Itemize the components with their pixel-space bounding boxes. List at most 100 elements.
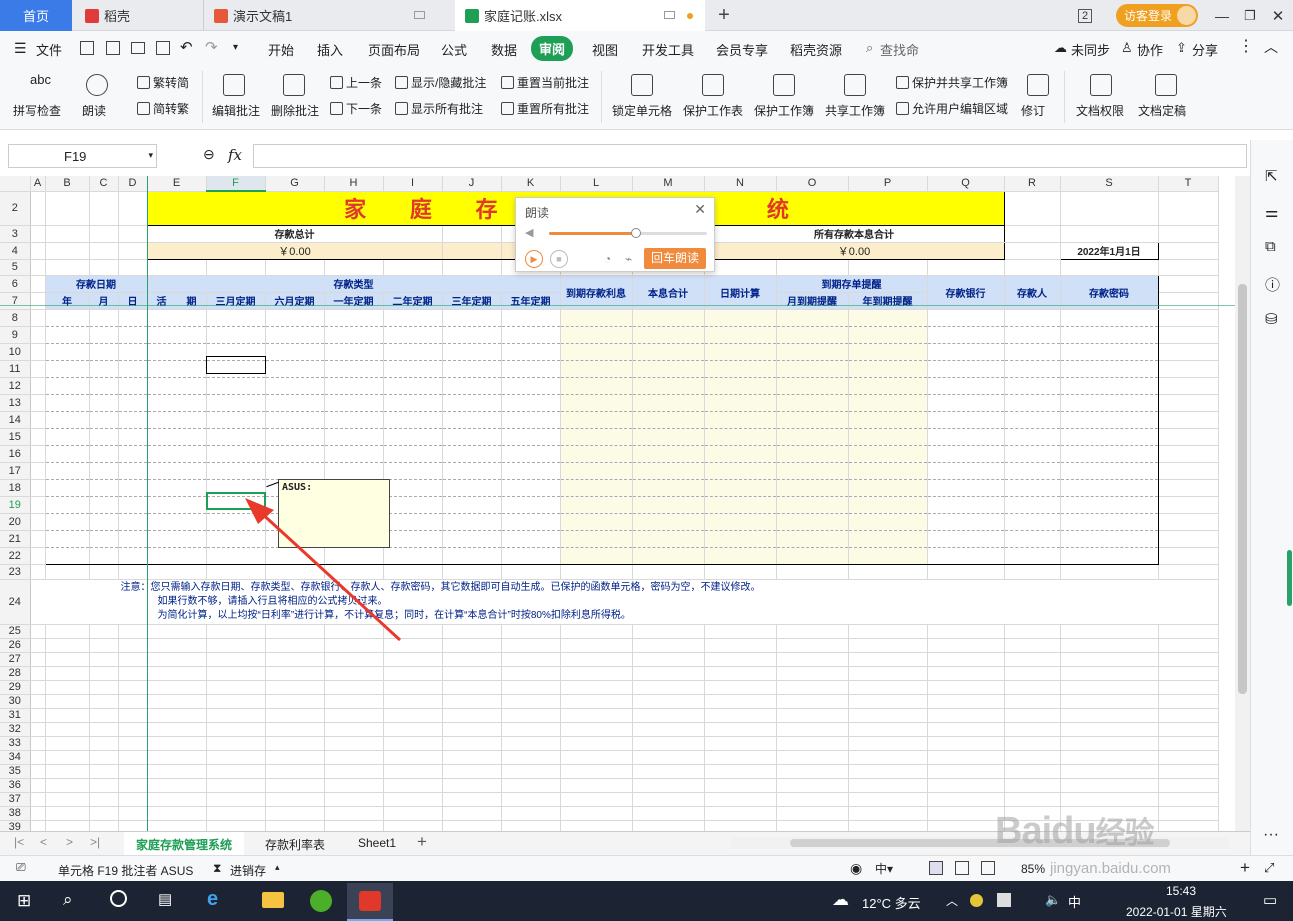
- cell[interactable]: [927, 564, 1005, 580]
- cell[interactable]: [1004, 326, 1061, 344]
- cell[interactable]: [265, 360, 325, 378]
- cell[interactable]: [1004, 445, 1061, 463]
- cell[interactable]: [30, 259, 46, 276]
- hdr-month[interactable]: 月: [89, 292, 119, 310]
- cell[interactable]: [776, 778, 849, 793]
- days-cell[interactable]: [704, 309, 777, 327]
- row-header[interactable]: 36: [0, 778, 31, 793]
- interest-cell[interactable]: [560, 343, 633, 361]
- eye-protect-icon[interactable]: ◉: [850, 860, 862, 877]
- cell[interactable]: [30, 445, 46, 463]
- days-cell[interactable]: [704, 547, 777, 565]
- cell[interactable]: [45, 638, 90, 653]
- cell[interactable]: [383, 377, 443, 395]
- cell[interactable]: [1158, 750, 1219, 765]
- cell[interactable]: [89, 377, 119, 395]
- cell[interactable]: [1004, 394, 1061, 412]
- cell[interactable]: [45, 806, 90, 821]
- cell[interactable]: [265, 309, 325, 327]
- year-remind-cell[interactable]: [848, 428, 928, 446]
- cell[interactable]: [118, 394, 148, 412]
- cell[interactable]: [501, 564, 561, 580]
- cell[interactable]: [30, 778, 46, 793]
- cell[interactable]: [776, 259, 849, 276]
- cell[interactable]: [265, 666, 325, 681]
- tray-speaker-icon[interactable]: 🔈: [1045, 892, 1061, 908]
- cell[interactable]: [118, 530, 148, 548]
- cell[interactable]: [118, 259, 148, 276]
- days-cell[interactable]: [704, 530, 777, 548]
- year-remind-cell[interactable]: [848, 462, 928, 480]
- protect-sheet-button[interactable]: 保护工作表: [683, 102, 743, 119]
- cell[interactable]: [1060, 624, 1159, 639]
- cell[interactable]: [206, 326, 266, 344]
- cell[interactable]: [632, 778, 705, 793]
- cell[interactable]: [383, 694, 443, 709]
- vertical-scrollbar[interactable]: [1235, 176, 1250, 831]
- cell[interactable]: [560, 638, 633, 653]
- cell[interactable]: [206, 462, 266, 480]
- seq-b-cell[interactable]: [442, 694, 502, 709]
- row-header[interactable]: 21: [0, 530, 31, 548]
- cell[interactable]: [44, 547, 90, 565]
- cell[interactable]: [501, 547, 561, 565]
- cell[interactable]: [442, 326, 502, 344]
- column-header[interactable]: P: [848, 176, 928, 192]
- cell[interactable]: [1158, 792, 1219, 807]
- function-icon[interactable]: fx: [228, 146, 242, 164]
- menu-member[interactable]: 会员专享: [716, 40, 768, 59]
- cell[interactable]: [1158, 694, 1219, 709]
- scroll-thumb[interactable]: [1238, 284, 1247, 694]
- month-remind-cell[interactable]: [776, 479, 849, 497]
- seq-b-cell[interactable]: [442, 778, 502, 793]
- cell[interactable]: [89, 680, 119, 695]
- cell[interactable]: [118, 547, 148, 565]
- seq-a-cell[interactable]: [324, 750, 384, 765]
- cell[interactable]: [45, 666, 90, 681]
- cell[interactable]: [1060, 360, 1159, 378]
- cell[interactable]: [206, 680, 266, 695]
- cell[interactable]: [206, 309, 266, 327]
- cell[interactable]: [442, 496, 502, 514]
- cell[interactable]: [927, 309, 1005, 327]
- cell[interactable]: [147, 792, 207, 807]
- simp-to-trad-button[interactable]: 简转繁: [137, 100, 189, 117]
- cell[interactable]: [383, 652, 443, 667]
- cell[interactable]: [1060, 750, 1159, 765]
- next-comment-button[interactable]: 下一条: [330, 100, 382, 117]
- year-remind-cell[interactable]: [848, 360, 928, 378]
- cell[interactable]: [501, 462, 561, 480]
- cell[interactable]: [927, 708, 1005, 723]
- cell[interactable]: [927, 462, 1005, 480]
- column-header[interactable]: L: [560, 176, 633, 192]
- cell[interactable]: [776, 694, 849, 709]
- cell[interactable]: [147, 377, 207, 395]
- menu-start[interactable]: 开始: [268, 40, 294, 59]
- adjust-icon[interactable]: ⚌: [1265, 203, 1278, 221]
- cell[interactable]: [1004, 496, 1061, 514]
- cell[interactable]: [560, 722, 633, 737]
- style-icon[interactable]: ⧉: [1265, 238, 1276, 255]
- cell[interactable]: [1158, 736, 1219, 751]
- side-scroll-handle[interactable]: [1287, 550, 1292, 606]
- seq-b-cell[interactable]: [442, 820, 502, 831]
- all-total-value[interactable]: ￥0.00: [704, 242, 1005, 260]
- cell[interactable]: [118, 479, 148, 497]
- cell[interactable]: [118, 309, 148, 327]
- year-remind-cell[interactable]: [848, 343, 928, 361]
- cell[interactable]: [927, 513, 1005, 531]
- cell[interactable]: [265, 736, 325, 751]
- cell[interactable]: [560, 564, 633, 580]
- row-header[interactable]: 12: [0, 377, 31, 395]
- cell[interactable]: [442, 513, 502, 531]
- first-sheet-icon[interactable]: |<: [14, 835, 24, 849]
- cell[interactable]: [45, 736, 90, 751]
- cell[interactable]: [927, 624, 1005, 639]
- cell[interactable]: [560, 652, 633, 667]
- cell[interactable]: [1004, 638, 1061, 653]
- cell[interactable]: [118, 694, 148, 709]
- column-header[interactable]: D: [118, 176, 148, 192]
- row-header[interactable]: 31: [0, 708, 31, 723]
- cell[interactable]: [206, 411, 266, 429]
- column-header[interactable]: I: [383, 176, 443, 192]
